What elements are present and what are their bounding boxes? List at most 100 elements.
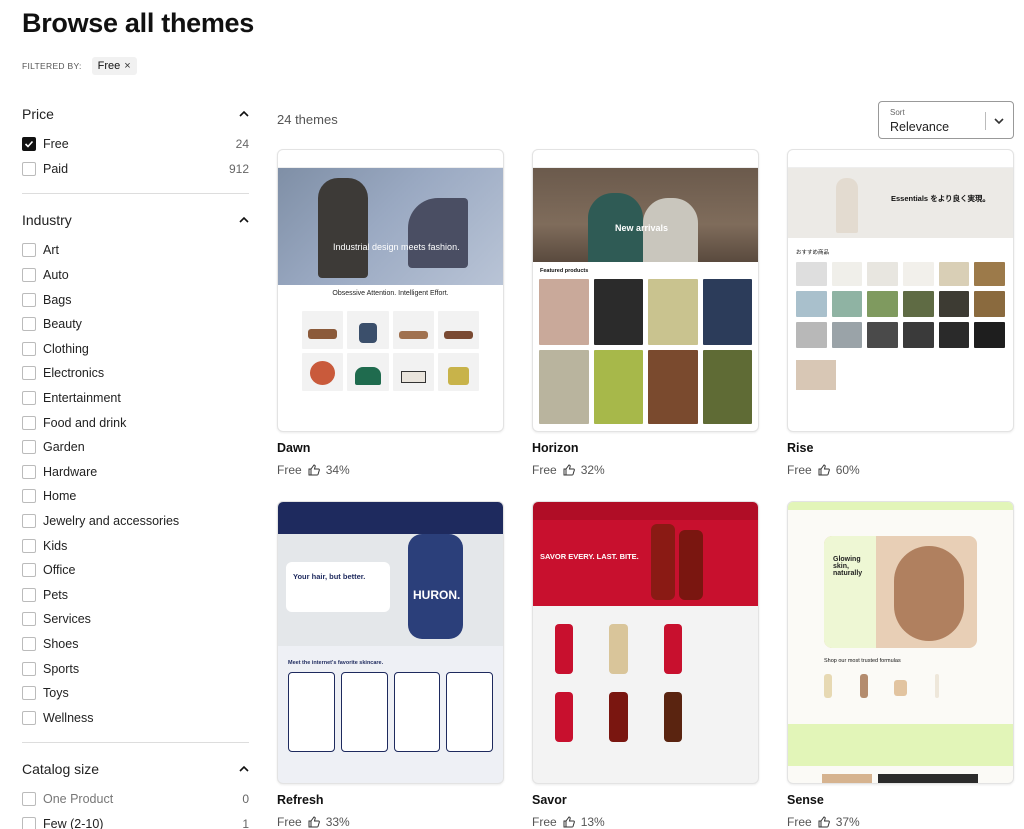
checkbox-icon[interactable] [22, 514, 36, 529]
theme-meta: Free 34% [277, 463, 504, 477]
checkbox-icon[interactable] [22, 792, 36, 807]
industry-option[interactable]: Auto [22, 263, 249, 288]
price-section-header[interactable]: Price [22, 102, 249, 126]
thumbs-up-icon [818, 464, 830, 476]
theme-preview[interactable]: Essentials をより良く実現。 おすすめ商品 [787, 149, 1014, 432]
checkbox-icon[interactable] [22, 268, 36, 283]
filter-label: FILTERED BY: [22, 61, 82, 71]
industry-option[interactable]: Entertainment [22, 386, 249, 411]
theme-price: Free [787, 815, 812, 829]
theme-card-horizon[interactable]: New arrivals Featured products Horizon F… [532, 149, 759, 477]
checkbox-icon[interactable] [22, 563, 36, 578]
industry-option[interactable]: Clothing [22, 337, 249, 362]
preview-product-grid [278, 672, 503, 752]
theme-rating: 34% [325, 463, 350, 477]
option-label: Clothing [43, 341, 89, 356]
checkbox-icon[interactable] [22, 440, 36, 455]
checkbox-icon[interactable] [22, 317, 36, 332]
checkbox-icon[interactable] [22, 341, 36, 356]
theme-card-rise[interactable]: Essentials をより良く実現。 おすすめ商品 Rise Free 60% [787, 149, 1014, 477]
industry-option[interactable]: Sports [22, 656, 249, 681]
filter-chip-free[interactable]: Free × [91, 57, 137, 75]
checkbox-icon[interactable] [22, 816, 36, 829]
checkbox-icon[interactable] [22, 710, 36, 725]
theme-preview[interactable]: Glowing skin, naturally Shop our most tr… [787, 501, 1014, 784]
industry-option[interactable]: Kids [22, 533, 249, 558]
industry-option[interactable]: Shoes [22, 632, 249, 657]
theme-price: Free [532, 815, 557, 829]
industry-option[interactable]: Garden [22, 435, 249, 460]
preview-header [278, 502, 503, 534]
option-label: Office [43, 563, 76, 578]
industry-option[interactable]: Hardware [22, 460, 249, 485]
preview-header [533, 150, 758, 168]
sort-select[interactable]: Sort Relevance [878, 101, 1014, 139]
checkbox-icon[interactable] [22, 686, 36, 701]
industry-option[interactable]: Services [22, 607, 249, 632]
industry-option[interactable]: Bags [22, 287, 249, 312]
checkbox-icon[interactable] [22, 661, 36, 676]
industry-option[interactable]: Beauty [22, 312, 249, 337]
catalog-option-one[interactable]: One Product 0 [22, 787, 249, 812]
option-label: Jewelry and accessories [43, 514, 180, 529]
industry-option[interactable]: Pets [22, 583, 249, 608]
checkbox-icon[interactable] [22, 612, 36, 627]
industry-option[interactable]: Office [22, 558, 249, 583]
industry-option[interactable]: Food and drink [22, 410, 249, 435]
option-label: One Product [43, 792, 114, 807]
industry-option[interactable]: Home [22, 484, 249, 509]
checkbox-icon[interactable] [22, 587, 36, 602]
theme-preview[interactable]: Industrial design meets fashion. Obsessi… [277, 149, 504, 432]
checkbox-icon[interactable] [22, 391, 36, 406]
theme-preview[interactable]: New arrivals Featured products [532, 149, 759, 432]
theme-price: Free [532, 463, 557, 477]
theme-card-savor[interactable]: SAVOR EVERY. LAST. BITE. Savor Free 13% [532, 501, 759, 829]
checkbox-checked-icon[interactable] [22, 137, 36, 152]
industry-option[interactable]: Toys [22, 681, 249, 706]
theme-rating: 37% [835, 815, 860, 829]
industry-option[interactable]: Wellness [22, 705, 249, 730]
theme-card-refresh[interactable]: Your hair, but better. HURON. Meet the i… [277, 501, 504, 829]
checkbox-icon[interactable] [22, 464, 36, 479]
industry-list: Art Auto Bags Beauty Clothing Electronics Ente… [22, 238, 249, 730]
preview-hero: Your hair, but better. HURON. [278, 534, 503, 646]
option-label: Paid [43, 161, 69, 176]
preview-product-grid [533, 606, 758, 758]
theme-name: Rise [787, 441, 814, 455]
industry-section: Industry Art Auto Bags Beauty Clothing Electr… [22, 202, 249, 744]
catalog-section-header[interactable]: Catalog size [22, 757, 249, 781]
close-icon[interactable]: × [124, 60, 130, 72]
checkbox-icon[interactable] [22, 538, 36, 553]
hero-text: SAVOR EVERY. LAST. BITE. [540, 552, 639, 561]
option-label: Services [43, 612, 91, 627]
checkbox-icon[interactable] [22, 636, 36, 651]
checkbox-icon[interactable] [22, 292, 36, 307]
option-label: Home [43, 489, 77, 504]
checkbox-icon[interactable] [22, 366, 36, 381]
theme-name: Dawn [277, 441, 311, 455]
industry-section-header[interactable]: Industry [22, 208, 249, 232]
industry-option[interactable]: Jewelry and accessories [22, 509, 249, 534]
option-label: Beauty [43, 317, 82, 332]
checkbox-icon[interactable] [22, 243, 36, 258]
theme-preview[interactable]: Your hair, but better. HURON. Meet the i… [277, 501, 504, 784]
industry-option[interactable]: Electronics [22, 361, 249, 386]
theme-preview[interactable]: SAVOR EVERY. LAST. BITE. [532, 501, 759, 784]
preview-header [278, 150, 503, 168]
checkbox-icon[interactable] [22, 489, 36, 504]
theme-card-sense[interactable]: Glowing skin, naturally Shop our most tr… [787, 501, 1014, 829]
checkbox-icon[interactable] [22, 415, 36, 430]
option-count: 0 [242, 792, 249, 807]
checkbox-icon[interactable] [22, 161, 36, 176]
preview-header [533, 502, 758, 520]
filter-sidebar: Price Free 24 Paid 912 Industry Art Auto B… [22, 96, 249, 829]
option-label: Shoes [43, 636, 79, 651]
industry-option[interactable]: Art [22, 238, 249, 263]
theme-card-dawn[interactable]: Industrial design meets fashion. Obsessi… [277, 149, 504, 477]
price-option-paid[interactable]: Paid 912 [22, 157, 249, 182]
theme-meta: Free 60% [787, 463, 1014, 477]
option-label: Auto [43, 268, 69, 283]
price-option-free[interactable]: Free 24 [22, 132, 249, 157]
active-filters: FILTERED BY: Free × [22, 57, 137, 75]
catalog-option-few[interactable]: Few (2-10) 1 [22, 812, 249, 829]
